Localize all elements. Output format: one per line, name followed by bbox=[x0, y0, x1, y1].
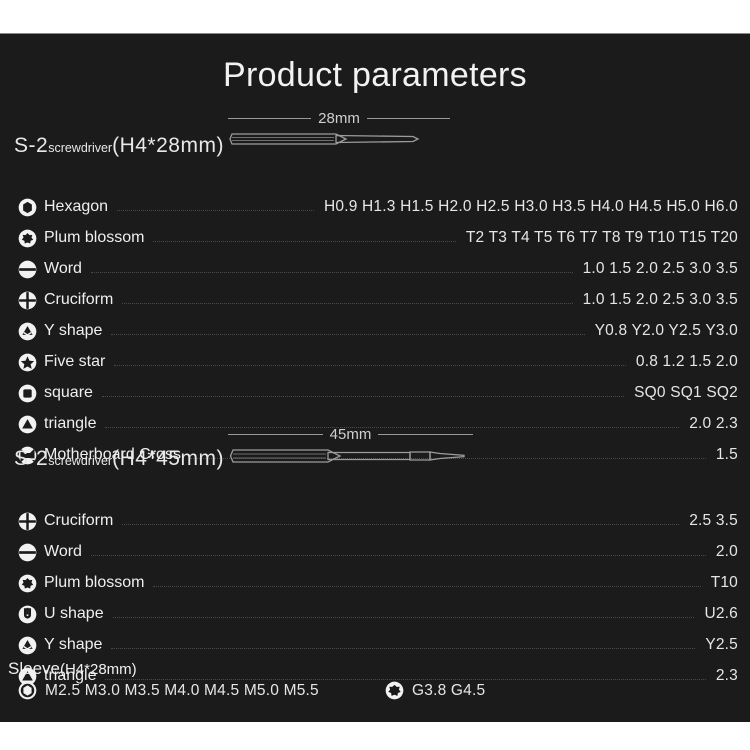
param-label: Cruciform bbox=[44, 291, 114, 308]
param-row-word: Word 1.0 1.5 2.0 2.5 3.0 3.5 bbox=[18, 256, 738, 282]
section-header-sub: screwdriver bbox=[48, 454, 113, 468]
param-label: Cruciform bbox=[44, 512, 114, 529]
param-values: U2.6 bbox=[704, 605, 738, 622]
cruciform-icon bbox=[18, 512, 37, 530]
param-row-plum-blossom: Plum blossom T2 T3 T4 T5 T6 T7 T8 T9 T10… bbox=[18, 225, 738, 251]
param-label: triangle bbox=[44, 415, 97, 432]
param-values: T10 bbox=[710, 574, 738, 591]
param-values: Y2.5 bbox=[705, 636, 738, 653]
param-row-y-shape: Y shape Y0.8 Y2.0 Y2.5 Y3.0 bbox=[18, 318, 738, 344]
g-torx-icon bbox=[385, 681, 404, 700]
leader-line bbox=[122, 523, 680, 525]
param-values: T2 T3 T4 T5 T6 T7 T8 T9 T10 T15 T20 bbox=[465, 229, 738, 246]
section-header-main: S-2 bbox=[14, 134, 49, 157]
param-row-cruciform: Cruciform 1.0 1.5 2.0 2.5 3.0 3.5 bbox=[18, 287, 738, 313]
param-label: Plum blossom bbox=[44, 229, 145, 246]
sleeve-group-g: G3.8 G4.5 bbox=[385, 681, 485, 700]
bit-illustration-28mm: 28mm bbox=[228, 108, 450, 155]
param-values: 0.8 1.2 1.5 2.0 bbox=[635, 353, 738, 370]
sleeve-header-main: Sleeve bbox=[8, 659, 60, 678]
leader-line bbox=[90, 554, 706, 556]
product-parameters-page: Product parameters S-2screwdriver(H4*28m… bbox=[0, 0, 750, 750]
leader-line bbox=[111, 333, 585, 335]
param-label: Hexagon bbox=[44, 198, 109, 215]
sleeve-values-g: G3.8 G4.5 bbox=[412, 681, 486, 699]
hexagon-icon bbox=[18, 198, 37, 216]
sleeve-header-spec: (H4*28mm) bbox=[59, 661, 137, 678]
param-label: square bbox=[44, 384, 93, 401]
dark-panel: Product parameters S-2screwdriver(H4*28m… bbox=[0, 33, 750, 722]
param-values: 1.0 1.5 2.0 2.5 3.0 3.5 bbox=[582, 260, 738, 277]
leader-line bbox=[114, 364, 626, 366]
dimension-line-right bbox=[378, 433, 473, 435]
param-values: 2.0 2.3 bbox=[689, 415, 738, 432]
param-row-plum-blossom-45: Plum blossom T10 bbox=[18, 570, 738, 596]
param-values: 2.0 bbox=[715, 543, 738, 560]
plum-blossom-icon bbox=[18, 574, 37, 592]
param-label: Word bbox=[44, 543, 82, 560]
section-header-main: S-2 bbox=[14, 447, 49, 470]
param-row-y-shape-45: Y shape Y2.5 bbox=[18, 632, 738, 658]
bit-illustration-45mm: 45mm bbox=[228, 424, 473, 473]
param-row-u-shape: U shape U2.6 bbox=[18, 601, 738, 627]
section-header-spec: (H4*28mm) bbox=[112, 134, 224, 157]
param-values: Y0.8 Y2.0 Y2.5 Y3.0 bbox=[594, 322, 738, 339]
param-label: Five star bbox=[44, 353, 106, 370]
param-label: Word bbox=[44, 260, 82, 277]
word-slot-icon bbox=[18, 543, 37, 561]
param-values: 2.5 3.5 bbox=[689, 512, 738, 529]
section-header-sub: screwdriver bbox=[48, 141, 113, 155]
square-icon bbox=[18, 384, 37, 402]
leader-line bbox=[111, 647, 696, 649]
leader-line bbox=[153, 585, 701, 587]
param-row-five-star: Five star 0.8 1.2 1.5 2.0 bbox=[18, 349, 738, 375]
word-slot-icon bbox=[18, 260, 37, 278]
section-header-spec: (H4*45mm) bbox=[112, 447, 224, 470]
param-row-word-45: Word 2.0 bbox=[18, 539, 738, 565]
leader-line bbox=[105, 678, 706, 680]
param-row-cruciform-45: Cruciform 2.5 3.5 bbox=[18, 508, 738, 534]
leader-line bbox=[122, 302, 573, 304]
param-row-hexagon: Hexagon H0.9 H1.3 H1.5 H2.0 H2.5 H3.0 H3… bbox=[18, 194, 738, 220]
y-shape-icon bbox=[18, 322, 37, 340]
socket-hex-icon bbox=[18, 681, 37, 700]
dimension-row-28mm: 28mm bbox=[228, 108, 450, 128]
leader-line bbox=[90, 271, 573, 273]
section-header-45mm: S-2screwdriver(H4*45mm) bbox=[14, 447, 224, 471]
plum-blossom-icon bbox=[18, 229, 37, 247]
leader-line bbox=[112, 616, 695, 618]
sleeve-group-metric: M2.5 M3.0 M3.5 M4.0 M4.5 M5.0 M5.5 bbox=[18, 681, 319, 700]
page-title: Product parameters bbox=[223, 56, 527, 94]
u-shape-icon bbox=[18, 605, 37, 623]
y-shape-icon bbox=[18, 636, 37, 654]
param-label: U shape bbox=[44, 605, 104, 622]
five-star-icon bbox=[18, 353, 37, 371]
dimension-label-45mm: 45mm bbox=[329, 425, 372, 443]
dimension-label-28mm: 28mm bbox=[318, 109, 360, 127]
screwdriver-bit-28mm-icon bbox=[229, 133, 420, 145]
leader-line bbox=[101, 395, 625, 397]
param-label: Y shape bbox=[44, 322, 103, 339]
dimension-row-45mm: 45mm bbox=[228, 424, 473, 444]
section-header-28mm: S-2screwdriver(H4*28mm) bbox=[14, 134, 224, 158]
leader-line bbox=[153, 240, 456, 242]
param-values: SQ0 SQ1 SQ2 bbox=[634, 384, 738, 401]
screwdriver-bit-45mm-icon bbox=[229, 449, 465, 463]
sleeve-values-metric: M2.5 M3.0 M3.5 M4.0 M4.5 M5.0 M5.5 bbox=[45, 681, 319, 699]
param-values: 1.0 1.5 2.0 2.5 3.0 3.5 bbox=[582, 291, 738, 308]
param-label: Plum blossom bbox=[44, 574, 145, 591]
param-values: H0.9 H1.3 H1.5 H2.0 H2.5 H3.0 H3.5 H4.0 … bbox=[323, 198, 738, 215]
triangle-icon bbox=[18, 415, 37, 433]
param-values: 1.5 bbox=[715, 446, 738, 463]
dimension-line-right bbox=[366, 117, 450, 119]
param-label: Y shape bbox=[44, 636, 103, 653]
cruciform-icon bbox=[18, 291, 37, 309]
dimension-line-left bbox=[228, 433, 323, 435]
param-values: 2.3 bbox=[715, 667, 738, 684]
sleeve-header: Sleeve(H4*28mm) bbox=[8, 659, 137, 679]
dimension-line-left bbox=[228, 117, 312, 119]
param-row-square: square SQ0 SQ1 SQ2 bbox=[18, 380, 738, 406]
leader-line bbox=[117, 209, 314, 211]
